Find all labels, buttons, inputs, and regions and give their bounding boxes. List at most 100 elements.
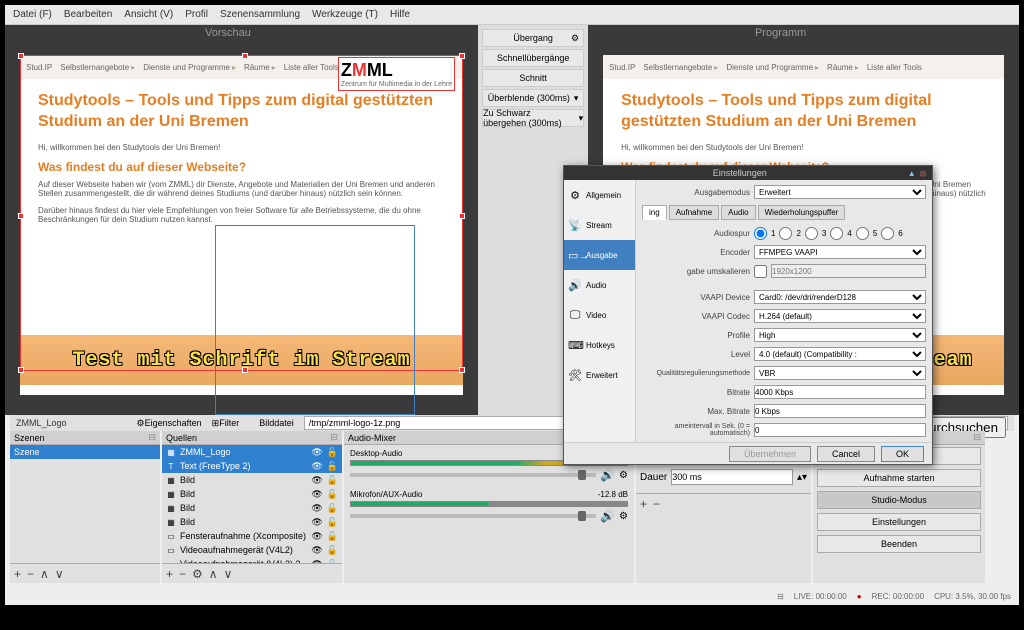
- visibility-icon[interactable]: 👁: [311, 489, 322, 500]
- nav-raeume[interactable]: Räume▸: [244, 63, 276, 72]
- minimize-icon[interactable]: ▴: [910, 168, 915, 179]
- output-mode-select[interactable]: Erweitert: [754, 185, 926, 199]
- nav-dienste[interactable]: Dienste und Programme▸: [143, 63, 236, 72]
- tab-recording[interactable]: Aufnahme: [669, 205, 719, 220]
- lock-icon[interactable]: 🔓: [327, 447, 338, 458]
- track-5-radio[interactable]: [856, 227, 869, 240]
- scene-up-button[interactable]: ∧: [40, 567, 49, 581]
- tab-audio[interactable]: Audio: [721, 205, 755, 220]
- cut-button[interactable]: Schnitt: [482, 69, 584, 87]
- menu-file[interactable]: Datei (F): [13, 9, 52, 20]
- settings-button[interactable]: Einstellungen: [817, 513, 981, 531]
- close-icon[interactable]: ⦻: [920, 168, 926, 179]
- visibility-icon[interactable]: 👁: [311, 503, 322, 514]
- menu-edit[interactable]: Bearbeiten: [64, 9, 112, 20]
- nav-liste[interactable]: Liste aller Tools: [284, 63, 339, 72]
- grip-icon[interactable]: ⊟: [148, 432, 156, 443]
- track-1-radio[interactable]: [754, 227, 767, 240]
- preview-panel[interactable]: Stud.IP Selbstlernangebote▸ Dienste und …: [5, 25, 478, 415]
- properties-tab[interactable]: ⚙Eigenschaften: [137, 418, 202, 429]
- lock-icon[interactable]: 🔓: [327, 531, 338, 542]
- add-scene-button[interactable]: +: [14, 567, 21, 581]
- source-item[interactable]: ▦Bild👁🔓: [162, 487, 342, 501]
- rescale-checkbox[interactable]: [754, 265, 767, 278]
- sidebar-item-stream[interactable]: 📡Stream: [564, 210, 635, 240]
- stepper-icon[interactable]: ▴▾: [797, 472, 807, 483]
- track-3-radio[interactable]: [805, 227, 818, 240]
- channel-settings-icon[interactable]: ⚙: [619, 511, 628, 522]
- sidebar-item-video[interactable]: 🖵Video: [564, 300, 635, 330]
- ok-button[interactable]: OK: [881, 446, 924, 462]
- keyframe-input[interactable]: [754, 423, 926, 437]
- source-item[interactable]: TText (FreeType 2)👁🔓: [162, 459, 342, 473]
- cancel-button[interactable]: Cancel: [817, 446, 875, 462]
- grip-icon[interactable]: ⊟: [973, 432, 981, 443]
- lock-icon[interactable]: 🔓: [327, 517, 338, 528]
- sidebar-item-advanced[interactable]: 🛠Erweitert: [564, 360, 635, 390]
- nav-studip[interactable]: Stud.IP: [26, 63, 52, 72]
- rate-control-select[interactable]: VBR: [754, 366, 926, 380]
- speaker-icon[interactable]: 🔊: [600, 509, 615, 523]
- mic-volume-slider[interactable]: [350, 514, 596, 518]
- source-item[interactable]: ▭Videoaufnahmegerät (V4L2)👁🔓: [162, 543, 342, 557]
- audiotrack-radios[interactable]: 1 2 3 4 5 6: [754, 227, 903, 240]
- gear-icon[interactable]: ⚙: [571, 33, 579, 44]
- sidebar-item-output[interactable]: ▭→Ausgabe: [564, 240, 635, 270]
- remove-transition-button[interactable]: −: [653, 497, 660, 511]
- source-item[interactable]: ▦ZMML_Logo👁🔓: [162, 445, 342, 459]
- fade-button[interactable]: Überblende (300ms)▾: [482, 89, 584, 107]
- studio-mode-button[interactable]: Studio-Modus: [817, 491, 981, 509]
- lock-icon[interactable]: 🔓: [327, 461, 338, 472]
- apply-button[interactable]: Übernehmen: [729, 446, 811, 462]
- duration-input[interactable]: [671, 469, 793, 485]
- source-settings-button[interactable]: ⚙: [192, 567, 203, 581]
- source-down-button[interactable]: ∨: [224, 567, 233, 581]
- lock-icon[interactable]: 🔓: [327, 489, 338, 500]
- tab-replay[interactable]: Wiederholungspuffer: [758, 205, 846, 220]
- track-2-radio[interactable]: [779, 227, 792, 240]
- vaapi-codec-select[interactable]: H.264 (default): [754, 309, 926, 323]
- remove-scene-button[interactable]: −: [27, 567, 34, 581]
- menu-help[interactable]: Hilfe: [390, 9, 410, 20]
- profile-select[interactable]: High: [754, 328, 926, 342]
- visibility-icon[interactable]: 👁: [311, 475, 322, 486]
- nav-selbst[interactable]: Selbstlernangebote▸: [60, 63, 135, 72]
- menu-view[interactable]: Ansicht (V): [124, 9, 173, 20]
- menu-tools[interactable]: Werkzeuge (T): [312, 9, 378, 20]
- exit-button[interactable]: Beenden: [817, 535, 981, 553]
- channel-settings-icon[interactable]: ⚙: [619, 470, 628, 481]
- track-4-radio[interactable]: [830, 227, 843, 240]
- sidebar-item-audio[interactable]: 🔊Audio: [564, 270, 635, 300]
- visibility-icon[interactable]: 👁: [311, 461, 322, 472]
- tab-streaming[interactable]: ing: [642, 205, 667, 220]
- speaker-icon[interactable]: 🔊: [600, 468, 615, 482]
- visibility-icon[interactable]: 👁: [311, 531, 322, 542]
- sidebar-item-hotkeys[interactable]: ⌨Hotkeys: [564, 330, 635, 360]
- menu-profile[interactable]: Profil: [185, 9, 208, 20]
- source-item[interactable]: ▭Fensteraufnahme (Xcomposite)👁🔓: [162, 529, 342, 543]
- filter-tab[interactable]: ⊞Filter: [212, 418, 240, 429]
- sidebar-item-general[interactable]: ⚙Allgemein: [564, 180, 635, 210]
- menu-scenes[interactable]: Szenensammlung: [220, 9, 300, 20]
- visibility-icon[interactable]: 👁: [311, 447, 322, 458]
- transition-button[interactable]: Übergang⚙: [482, 29, 584, 47]
- fade-black-button[interactable]: Zu Schwarz übergehen (300ms)▾: [482, 109, 584, 127]
- max-bitrate-input[interactable]: [754, 404, 926, 418]
- encoder-select[interactable]: FFMPEG VAAPI: [754, 245, 926, 259]
- desktop-volume-slider[interactable]: [350, 473, 596, 477]
- scene-item[interactable]: Szene: [10, 445, 160, 459]
- level-select[interactable]: 4.0 (default) (Compatibility :: [754, 347, 926, 361]
- source-item[interactable]: ▦Bild👁🔓: [162, 473, 342, 487]
- remove-source-button[interactable]: −: [179, 567, 186, 581]
- vaapi-device-select[interactable]: Card0: /dev/dri/renderD128: [754, 290, 926, 304]
- visibility-icon[interactable]: 👁: [311, 545, 322, 556]
- source-item[interactable]: ▦Bild👁🔓: [162, 515, 342, 529]
- source-up-button[interactable]: ∧: [209, 567, 218, 581]
- add-source-button[interactable]: +: [166, 567, 173, 581]
- start-record-button[interactable]: Aufnahme starten: [817, 469, 981, 487]
- source-item[interactable]: ▦Bild👁🔓: [162, 501, 342, 515]
- scene-down-button[interactable]: ∨: [55, 567, 64, 581]
- grip-icon[interactable]: ⊟: [330, 432, 338, 443]
- track-6-radio[interactable]: [881, 227, 894, 240]
- bitrate-input[interactable]: [754, 385, 926, 399]
